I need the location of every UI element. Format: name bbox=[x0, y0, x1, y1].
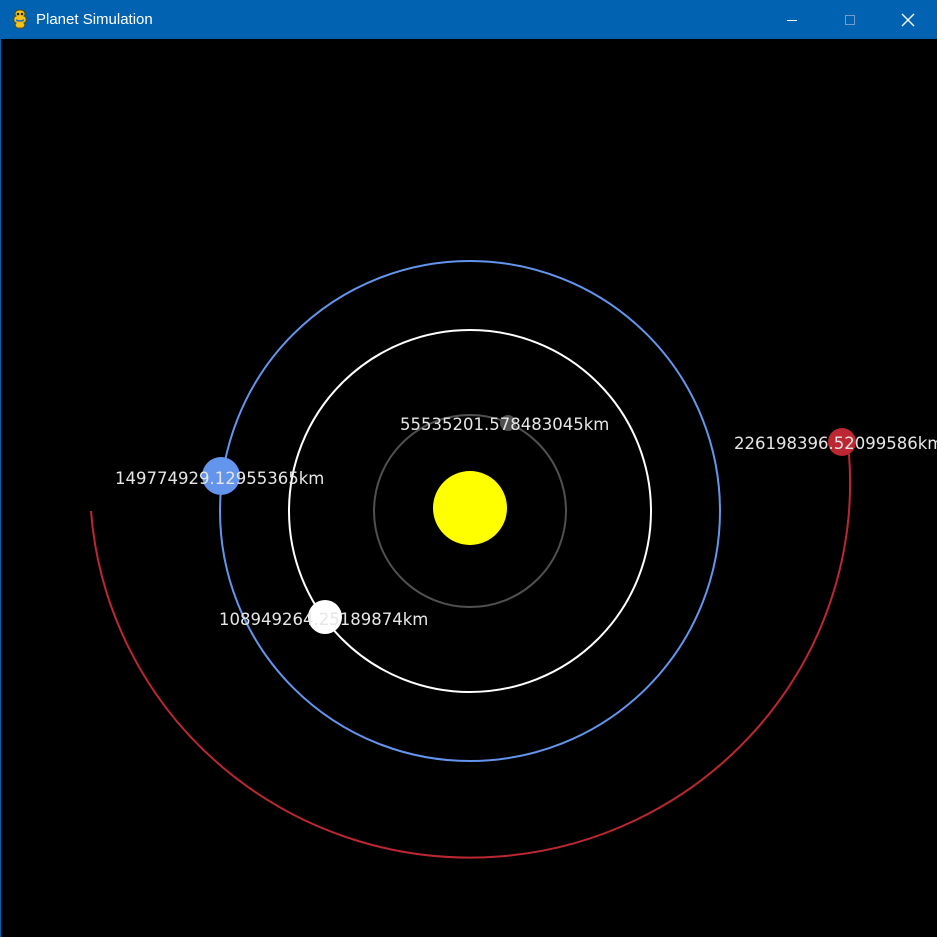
mercury-distance-label: 55535201.578483045km bbox=[400, 415, 609, 434]
app-window: Planet Simulation 55535201.578483045km 1… bbox=[0, 0, 937, 937]
earth-distance-label: 149774929.12955365km bbox=[115, 469, 324, 488]
close-button[interactable] bbox=[879, 0, 937, 39]
minimize-button[interactable] bbox=[763, 0, 821, 39]
title-bar[interactable]: Planet Simulation bbox=[0, 0, 937, 39]
window-title: Planet Simulation bbox=[36, 11, 153, 28]
minimize-icon bbox=[786, 14, 798, 26]
maximize-button[interactable] bbox=[821, 0, 879, 39]
simulation-canvas[interactable]: 55535201.578483045km 108949264.25189874k… bbox=[1, 39, 937, 937]
mars-distance-label: 226198396.52099586km bbox=[734, 434, 937, 453]
close-icon bbox=[901, 13, 915, 27]
venus-distance-label: 108949264.25189874km bbox=[219, 610, 428, 629]
maximize-icon bbox=[844, 14, 856, 26]
sun bbox=[433, 471, 507, 545]
simulation-svg: 55535201.578483045km 108949264.25189874k… bbox=[1, 39, 937, 937]
pygame-snake-icon bbox=[10, 8, 30, 30]
